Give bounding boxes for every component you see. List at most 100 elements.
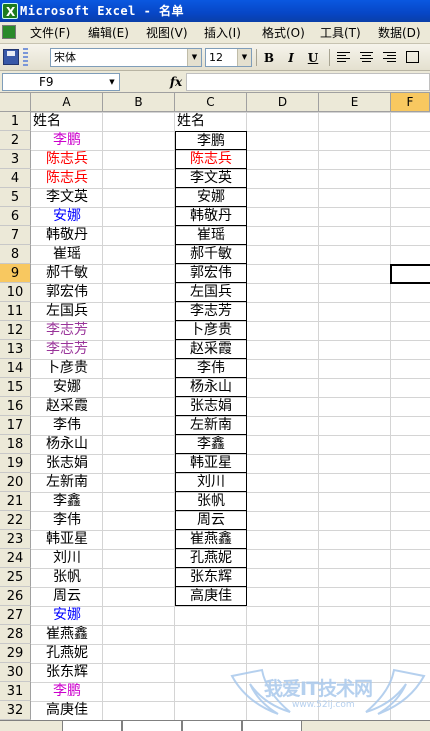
column-a-cell[interactable]: 韩亚星 (32, 530, 102, 549)
column-c-header-cell[interactable]: 姓名 (176, 112, 246, 131)
column-c-cell[interactable]: 崔瑶 (175, 226, 247, 245)
column-c-cell[interactable]: 李志芳 (175, 302, 247, 321)
row-header-1[interactable]: 1 (0, 112, 31, 131)
underline-button[interactable]: U (303, 49, 323, 67)
column-c-cell[interactable]: 孔燕妮 (175, 549, 247, 568)
column-a-cell[interactable]: 安娜 (32, 207, 102, 226)
chevron-down-icon[interactable]: ▼ (237, 49, 251, 66)
italic-button[interactable]: I (281, 49, 301, 67)
sheet-tab[interactable] (242, 721, 302, 731)
column-c-cell[interactable]: 郝千敏 (175, 245, 247, 264)
column-a-cell[interactable]: 陈志兵 (32, 169, 102, 188)
column-c-cell[interactable]: 郭宏伟 (175, 264, 247, 283)
column-c-cell[interactable]: 张帆 (175, 492, 247, 511)
column-header-b[interactable]: B (103, 93, 175, 112)
column-a-cell[interactable]: 李志芳 (32, 340, 102, 359)
column-a-cell[interactable]: 安娜 (32, 606, 102, 625)
column-c-cell[interactable]: 刘川 (175, 473, 247, 492)
align-right-icon[interactable] (383, 52, 396, 63)
column-a-cell[interactable]: 卜彦贵 (32, 359, 102, 378)
chevron-down-icon[interactable]: ▼ (187, 49, 201, 66)
column-a-cell[interactable]: 李伟 (32, 511, 102, 530)
column-header-c[interactable]: C (175, 93, 247, 112)
menu-tools[interactable]: 工具(T) (320, 22, 361, 44)
row-header-15[interactable]: 15 (0, 378, 31, 397)
column-c-cell[interactable]: 左新南 (175, 416, 247, 435)
row-header-11[interactable]: 11 (0, 302, 31, 321)
row-header-2[interactable]: 2 (0, 131, 31, 150)
column-a-cell[interactable]: 李鹏 (32, 131, 102, 150)
row-header-25[interactable]: 25 (0, 568, 31, 587)
column-c-cell[interactable]: 韩敬丹 (175, 207, 247, 226)
menu-format[interactable]: 格式(O) (262, 22, 305, 44)
column-a-cell[interactable]: 崔燕鑫 (32, 625, 102, 644)
column-a-cell[interactable]: 陈志兵 (32, 150, 102, 169)
menu-file[interactable]: 文件(F) (30, 22, 70, 44)
row-header-19[interactable]: 19 (0, 454, 31, 473)
sheet-tab[interactable] (182, 721, 242, 731)
column-a-cell[interactable]: 李鹏 (32, 682, 102, 701)
merge-center-icon[interactable] (406, 51, 419, 63)
sheet-tab[interactable] (122, 721, 182, 731)
row-header-29[interactable]: 29 (0, 644, 31, 663)
column-c-cell[interactable]: 李鑫 (175, 435, 247, 454)
column-c-cell[interactable]: 左国兵 (175, 283, 247, 302)
column-a-cell[interactable]: 张志娟 (32, 454, 102, 473)
row-header-10[interactable]: 10 (0, 283, 31, 302)
row-header-17[interactable]: 17 (0, 416, 31, 435)
row-header-6[interactable]: 6 (0, 207, 31, 226)
row-header-3[interactable]: 3 (0, 150, 31, 169)
column-c-cell[interactable]: 周云 (175, 511, 247, 530)
column-c-cell[interactable]: 张东辉 (175, 568, 247, 587)
toolbar-grip[interactable] (23, 48, 28, 67)
column-header-f[interactable]: F (391, 93, 430, 112)
row-header-27[interactable]: 27 (0, 606, 31, 625)
row-header-22[interactable]: 22 (0, 511, 31, 530)
column-a-cell[interactable]: 郭宏伟 (32, 283, 102, 302)
excel-app-icon[interactable] (2, 1, 18, 23)
workbook-icon[interactable] (2, 25, 16, 39)
column-c-cell[interactable]: 安娜 (175, 188, 247, 207)
align-center-icon[interactable] (360, 52, 373, 63)
column-a-cell[interactable]: 张东辉 (32, 663, 102, 682)
column-a-cell[interactable]: 周云 (32, 587, 102, 606)
column-c-cell[interactable]: 陈志兵 (175, 150, 247, 169)
function-icon[interactable]: fx (168, 74, 184, 90)
row-header-13[interactable]: 13 (0, 340, 31, 359)
align-left-icon[interactable] (337, 52, 350, 63)
column-c-cell[interactable]: 韩亚星 (175, 454, 247, 473)
row-header-26[interactable]: 26 (0, 587, 31, 606)
column-a-cell[interactable]: 李伟 (32, 416, 102, 435)
formula-input[interactable] (186, 73, 430, 91)
column-a-cell[interactable]: 郝千敏 (32, 264, 102, 283)
column-a-cell[interactable]: 左新南 (32, 473, 102, 492)
row-header-12[interactable]: 12 (0, 321, 31, 340)
row-header-30[interactable]: 30 (0, 663, 31, 682)
column-a-cell[interactable]: 孔燕妮 (32, 644, 102, 663)
row-header-9[interactable]: 9 (0, 264, 31, 283)
column-a-cell[interactable]: 李鑫 (32, 492, 102, 511)
row-header-14[interactable]: 14 (0, 359, 31, 378)
column-header-e[interactable]: E (319, 93, 391, 112)
row-header-4[interactable]: 4 (0, 169, 31, 188)
row-header-32[interactable]: 32 (0, 701, 31, 720)
column-a-header-cell[interactable]: 姓名 (32, 112, 102, 131)
row-header-16[interactable]: 16 (0, 397, 31, 416)
font-name-select[interactable]: 宋体 ▼ (50, 48, 202, 67)
menu-edit[interactable]: 编辑(E) (88, 22, 129, 44)
column-c-cell[interactable]: 杨永山 (175, 378, 247, 397)
column-a-cell[interactable]: 张帆 (32, 568, 102, 587)
row-header-28[interactable]: 28 (0, 625, 31, 644)
column-a-cell[interactable]: 刘川 (32, 549, 102, 568)
row-header-5[interactable]: 5 (0, 188, 31, 207)
row-header-24[interactable]: 24 (0, 549, 31, 568)
column-c-cell[interactable]: 卜彦贵 (175, 321, 247, 340)
active-cell-selection[interactable] (390, 264, 430, 284)
chevron-down-icon[interactable]: ▼ (105, 74, 119, 90)
column-a-cell[interactable]: 赵采霞 (32, 397, 102, 416)
row-header-21[interactable]: 21 (0, 492, 31, 511)
column-c-cell[interactable]: 高庚佳 (175, 587, 247, 606)
column-a-cell[interactable]: 安娜 (32, 378, 102, 397)
row-header-18[interactable]: 18 (0, 435, 31, 454)
column-header-d[interactable]: D (247, 93, 319, 112)
